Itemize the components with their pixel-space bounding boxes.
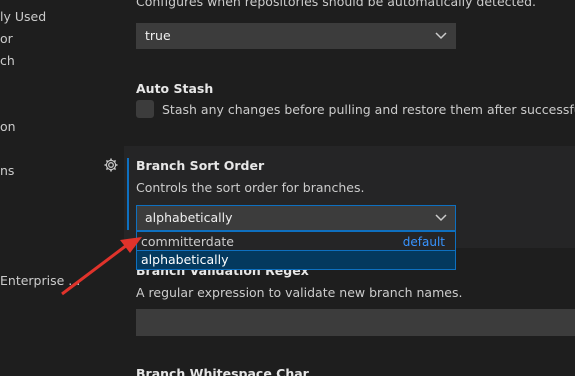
chevron-down-icon (435, 24, 447, 48)
toc-item-search[interactable]: ch (0, 53, 15, 68)
gear-icon[interactable] (103, 157, 119, 173)
toc-item-extensions[interactable]: ns (0, 163, 14, 178)
autostash-checkbox[interactable] (136, 100, 154, 118)
branch-whitespace-title: Branch Whitespace Char (136, 366, 309, 376)
autostash-title: Auto Stash (136, 81, 214, 96)
toc-item-frequently-used[interactable]: ly Used (0, 9, 46, 24)
branch-validation-description: A regular expression to validate new bra… (136, 285, 463, 300)
settings-editor: ly Used or ch on ns Enterprise ... Confi… (0, 0, 575, 376)
branch-sort-description: Controls the sort order for branches. (136, 180, 365, 195)
settings-toc: ly Used or ch on ns Enterprise ... (0, 0, 110, 376)
branch-validation-input[interactable] (136, 309, 575, 336)
toc-item-application[interactable]: on (0, 119, 16, 134)
chevron-down-icon (435, 206, 447, 230)
toc-item-editor[interactable]: or (0, 31, 13, 46)
toc-item-enterprise[interactable]: Enterprise ... (0, 273, 80, 288)
option-default-tag: default (402, 235, 445, 249)
autodetect-select[interactable]: true (136, 23, 456, 49)
autostash-description: Stash any changes before pulling and res… (162, 102, 575, 117)
dropdown-option-committerdate[interactable]: committerdate default (137, 233, 455, 251)
branch-sort-dropdown-list: committerdate default alphabetically (136, 231, 456, 270)
autodetect-description: Configures when repositories should be a… (136, 0, 537, 9)
dropdown-option-alphabetically[interactable]: alphabetically (136, 250, 456, 270)
branch-sort-value: alphabetically (145, 210, 233, 225)
focus-indicator (127, 158, 129, 230)
branch-sort-select[interactable]: alphabetically (136, 205, 456, 231)
branch-sort-title: Branch Sort Order (136, 158, 265, 173)
option-label: committerdate (141, 234, 234, 249)
autodetect-value: true (145, 28, 171, 43)
option-label: alphabetically (141, 252, 229, 267)
